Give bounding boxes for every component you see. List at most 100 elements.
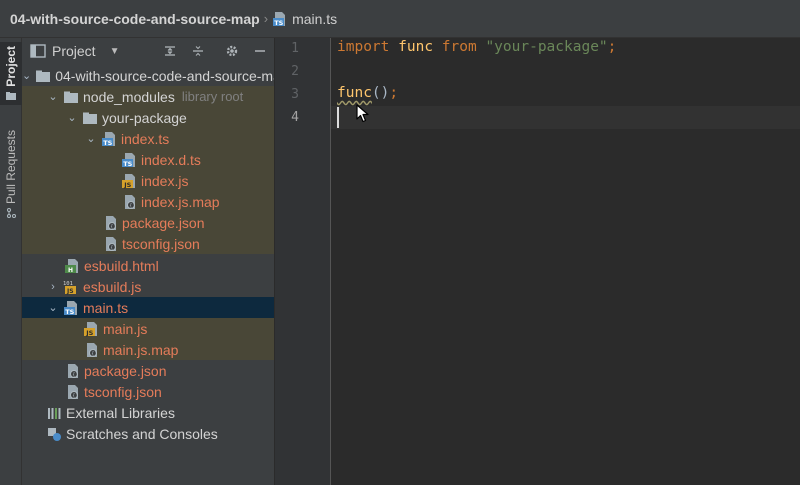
gear-icon[interactable] [224,43,240,59]
svg-text:TS: TS [274,19,283,27]
tree-item-tsconfig-json[interactable]: {} tsconfig.json [22,233,274,254]
code-editor[interactable]: import func from "your-package"; func(); [331,38,800,485]
tree-item-main-js-map[interactable]: {} main.js.map [22,339,274,360]
html-file-icon: H [65,258,78,274]
tree-item-root-tsconfig-json[interactable]: {} tsconfig.json [22,381,274,402]
caret-row-highlight [331,106,800,129]
collapse-all-icon[interactable] [190,43,206,59]
code-line-1[interactable]: import func from "your-package"; [337,39,616,55]
tree-item-package-json[interactable]: {} package.json [22,212,274,233]
tree-item-index-d-ts[interactable]: TS index.d.ts [22,149,274,170]
tree-item-index-js[interactable]: JS index.js [22,170,274,191]
chevron-down-icon[interactable]: ⌄ [85,132,97,145]
breadcrumb-project[interactable]: 04-with-source-code-and-source-map [10,11,260,27]
call-parens: () [371,85,390,101]
tree-item-label: Scratches and Consoles [66,425,218,442]
tree-item-label: 04-with-source-code-and-source-map [55,67,275,84]
folder-icon [6,91,16,100]
folder-icon [36,70,51,82]
tree-item-your-package[interactable]: ⌄ your-package [22,107,274,128]
tree-item-main-js[interactable]: JS main.js [22,318,274,339]
chevron-down-icon[interactable]: ⌄ [47,301,59,314]
tree-item-external-libraries[interactable]: External Libraries [22,402,274,423]
tree-item-label: index.d.ts [141,151,201,168]
tree-item-scratches[interactable]: Scratches and Consoles [22,423,274,444]
project-tool-tab[interactable]: Project [0,42,22,105]
folder-icon [83,112,97,124]
json-file-icon: {} [68,363,79,378]
pull-requests-tool-tab[interactable]: Pull Requests [0,126,22,222]
tree-item-label: node_modules [83,88,175,105]
tree-item-label: your-package [102,109,187,126]
project-panel: Project ▼ ⌄ 04-with-source-code-and-sour… [22,38,275,485]
tree-item-index-js-map[interactable]: {} index.js.map [22,191,274,212]
svg-text:{}: {} [72,372,78,378]
code-line-3[interactable]: func(); [337,85,398,101]
source-map-file-icon: {} [125,194,136,209]
tree-item-label: main.js [103,320,148,337]
expand-all-icon[interactable] [162,43,178,59]
tree-item-project-root[interactable]: ⌄ 04-with-source-code-and-source-map [22,65,275,86]
json-file-icon: {} [106,215,117,230]
string-module: "your-package" [485,39,608,55]
chevron-down-icon[interactable]: ⌄ [47,90,59,103]
folder-icon [64,91,78,103]
function-call: func [337,85,372,101]
breadcrumb-separator: › [263,11,269,26]
tree-item-node-modules[interactable]: ⌄ node_modules library root [22,86,274,107]
tree-item-main-ts[interactable]: ⌄ TS main.ts [22,297,274,318]
mouse-pointer-icon [356,104,369,123]
svg-text:{}: {} [91,351,97,357]
tree-item-index-ts[interactable]: ⌄ TS index.ts [22,128,274,149]
binary-js-file-icon: 101JS [63,281,76,295]
json-file-icon: {} [68,384,79,399]
svg-text:H: H [68,267,73,274]
tree-item-label: index.ts [121,130,170,147]
breadcrumb-file[interactable]: main.ts [292,11,337,27]
svg-text:JS: JS [66,288,74,295]
tree-item-label: esbuild.html [84,257,159,274]
tree-item-esbuild-js[interactable]: › 101 JS esbuild.js [22,276,274,297]
tree-item-label: tsconfig.json [122,235,200,252]
svg-text:JS: JS [85,329,93,337]
line-number: 2 [291,64,299,79]
svg-text:{}: {} [110,245,116,251]
text-caret [337,107,339,128]
line-number-current: 4 [291,110,299,125]
tree-item-label: index.js [141,172,189,189]
svg-text:TS: TS [65,308,74,316]
project-panel-title[interactable]: Project [52,43,96,59]
tree-item-label: index.js.map [141,193,220,210]
line-number: 1 [291,41,299,56]
tool-window-strip: Project Pull Requests [0,38,22,485]
typescript-file-icon: TS [273,11,286,27]
libraries-icon [48,407,61,419]
line-number-gutter: 1 2 3 4 [275,38,331,485]
pull-request-icon [7,208,16,219]
svg-text:JS: JS [123,181,131,189]
tree-item-label: External Libraries [66,404,175,421]
chevron-right-icon[interactable]: › [47,281,59,293]
scratches-icon [48,427,61,441]
svg-text:{}: {} [72,393,78,399]
line-number: 3 [291,87,299,102]
tree-item-esbuild-html[interactable]: H esbuild.html [22,255,274,276]
tree-item-label: package.json [84,362,167,379]
keyword-import: import [337,39,390,55]
typescript-file-icon: TS [64,300,77,316]
chevron-down-icon[interactable]: ⌄ [66,111,78,124]
breadcrumb: 04-with-source-code-and-source-map › TS … [0,0,800,38]
chevron-down-icon[interactable]: ⌄ [22,69,31,82]
javascript-file-icon: JS [84,321,97,337]
project-panel-header: Project ▼ [22,38,274,64]
keyword-from: from [441,39,477,55]
tree-item-label: tsconfig.json [84,383,162,400]
tree-item-root-package-json[interactable]: {} package.json [22,360,274,381]
identifier-func: func [398,39,434,55]
tree-item-label: package.json [122,214,205,231]
chevron-down-icon[interactable]: ▼ [110,46,120,57]
svg-text:TS: TS [103,139,112,147]
minimize-icon[interactable] [252,43,268,59]
semicolon: ; [389,85,399,101]
tree-item-label: main.ts [83,299,129,316]
